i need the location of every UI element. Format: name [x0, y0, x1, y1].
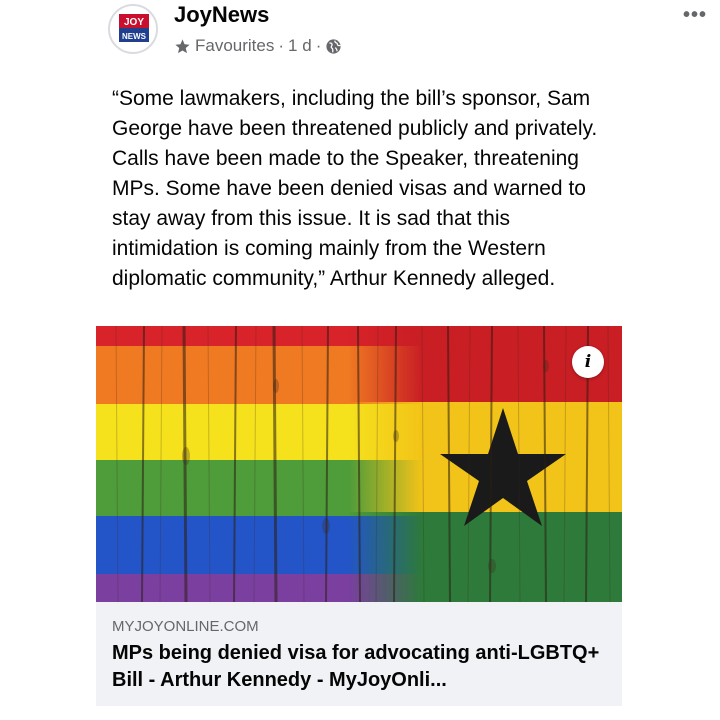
post-body-text: “Some lawmakers, including the bill’s sp… — [112, 87, 598, 290]
link-preview-image[interactable] — [96, 326, 622, 602]
meta-separator: · — [278, 36, 285, 55]
link-preview-card[interactable]: MYJOYONLINE.COM MPs being denied visa fo… — [96, 602, 622, 706]
link-domain: MYJOYONLINE.COM — [112, 618, 259, 635]
joynews-logo-icon: JOY NEWS — [119, 14, 149, 42]
star-icon — [175, 38, 190, 53]
page-name[interactable]: JoyNews — [174, 2, 269, 28]
logo-top-text: JOY — [124, 17, 144, 28]
logo-bottom-text: NEWS — [122, 32, 147, 41]
favourites-label[interactable]: Favourites — [195, 36, 274, 56]
globe-icon — [326, 38, 341, 54]
meta-separator: · — [315, 36, 322, 55]
info-button[interactable]: i — [572, 346, 604, 378]
post-time[interactable]: 1 d — [288, 36, 312, 56]
page-avatar[interactable]: JOY NEWS — [108, 4, 158, 54]
rainbow-ghana-flag-image — [96, 326, 622, 602]
link-title[interactable]: MPs being denied visa for advocating ant… — [112, 640, 612, 694]
more-options-icon[interactable]: ••• — [683, 4, 707, 27]
post-meta: Favourites · 1 d · — [174, 36, 342, 56]
post-header: JOY NEWS JoyNews Favourites · 1 d · ••• — [108, 0, 706, 60]
